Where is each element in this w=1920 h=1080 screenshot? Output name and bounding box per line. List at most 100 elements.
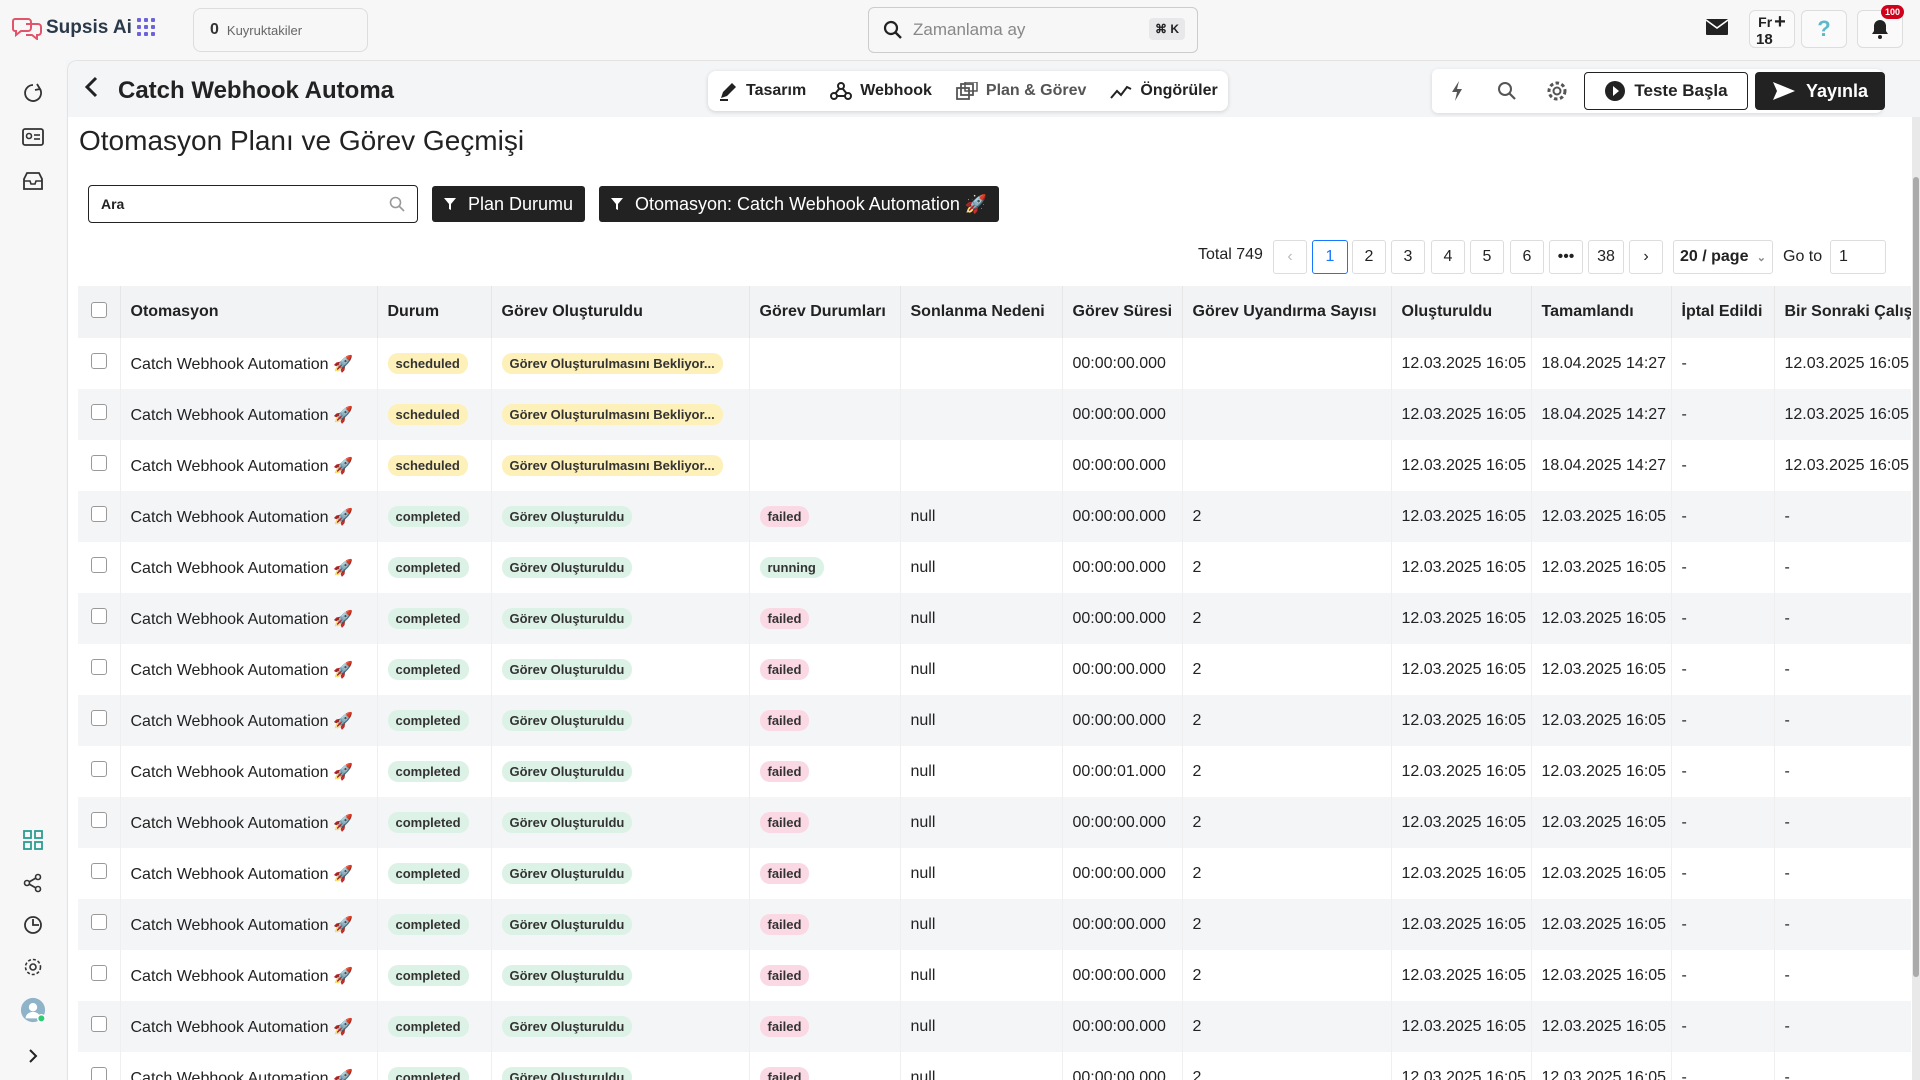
search-icon[interactable]	[1482, 81, 1532, 101]
gear-icon[interactable]	[1532, 80, 1582, 102]
table-row[interactable]: Catch Webhook Automation 🚀 completed Görev…	[78, 1001, 1911, 1052]
goto-page-input[interactable]: 1	[1830, 240, 1886, 274]
page-4[interactable]: 4	[1431, 240, 1465, 274]
publish-button[interactable]: Yayınla	[1755, 72, 1885, 110]
start-test-button[interactable]: Teste Başla	[1584, 72, 1748, 110]
row-checkbox[interactable]	[78, 848, 121, 899]
select-all-checkbox[interactable]	[78, 286, 121, 338]
row-checkbox[interactable]	[78, 950, 121, 1001]
table-row[interactable]: Catch Webhook Automation 🚀 completed Görev…	[78, 644, 1911, 695]
column-header[interactable]: Sonlanma Nedeni	[900, 286, 1063, 338]
table-row[interactable]: Catch Webhook Automation 🚀 completed Görev…	[78, 899, 1911, 950]
page-5[interactable]: 5	[1470, 240, 1504, 274]
help-button[interactable]: ?	[1801, 10, 1847, 48]
chat-refresh-icon[interactable]	[20, 80, 46, 106]
row-checkbox[interactable]	[78, 695, 121, 746]
table-row[interactable]: Catch Webhook Automation 🚀 scheduled Görev…	[78, 389, 1911, 440]
table-row[interactable]: Catch Webhook Automation 🚀 completed Görev…	[78, 848, 1911, 899]
column-header[interactable]: Durum	[377, 286, 492, 338]
column-header[interactable]: Görev Durumları	[749, 286, 901, 338]
search-icon	[883, 20, 902, 39]
tab-design[interactable]: Tasarım	[718, 81, 806, 101]
global-search-input[interactable]: Zamanlama ay ⌘ K	[868, 7, 1198, 53]
table-cell: Catch Webhook Automation 🚀	[120, 797, 378, 848]
table-row[interactable]: Catch Webhook Automation 🚀 scheduled Görev…	[78, 440, 1911, 491]
user-avatar[interactable]	[20, 997, 46, 1023]
row-checkbox[interactable]	[78, 389, 121, 440]
page-3[interactable]: 3	[1391, 240, 1425, 274]
table-cell: 2	[1182, 542, 1392, 593]
status-badge: completed	[387, 557, 469, 578]
table-cell: 18.04.2025 14:27	[1531, 338, 1672, 389]
table-cell: Görev Oluşturuldu	[491, 797, 750, 848]
lightning-icon[interactable]	[1432, 80, 1482, 102]
next-page-button[interactable]: ›	[1629, 240, 1663, 274]
back-arrow-icon[interactable]	[84, 75, 100, 106]
inbox-icon[interactable]	[20, 168, 46, 194]
play-circle-icon	[1605, 81, 1626, 101]
clock-chart-icon[interactable]	[20, 912, 46, 938]
filter-plan-status[interactable]: Plan Durumu	[432, 186, 586, 222]
page-38[interactable]: 38	[1588, 240, 1624, 274]
table-cell: null	[900, 593, 1063, 644]
expand-sidebar-icon[interactable]	[20, 1043, 46, 1069]
column-header[interactable]: Bir Sonraki Çalışma	[1774, 286, 1911, 338]
column-header[interactable]: Otomasyon	[120, 286, 378, 338]
table-cell	[1182, 389, 1392, 440]
row-checkbox[interactable]	[78, 491, 121, 542]
table-cell: 2	[1182, 1052, 1392, 1080]
table-cell: -	[1774, 644, 1911, 695]
row-checkbox[interactable]	[78, 644, 121, 695]
share-icon[interactable]	[20, 870, 46, 896]
column-header[interactable]: Görev Süresi	[1062, 286, 1183, 338]
table-row[interactable]: Catch Webhook Automation 🚀 completed Görev…	[78, 491, 1911, 542]
column-header[interactable]: Tamamlandı	[1531, 286, 1672, 338]
row-checkbox[interactable]	[78, 593, 121, 644]
row-checkbox[interactable]	[78, 899, 121, 950]
column-header[interactable]: Oluşturuldu	[1391, 286, 1532, 338]
page-ellipsis[interactable]: •••	[1549, 240, 1583, 274]
row-checkbox[interactable]	[78, 797, 121, 848]
row-checkbox[interactable]	[78, 746, 121, 797]
page-2[interactable]: 2	[1352, 240, 1386, 274]
row-checkbox[interactable]	[78, 338, 121, 389]
start-test-label: Teste Başla	[1634, 81, 1728, 100]
table-cell: 12.03.2025 16:05	[1391, 746, 1532, 797]
table-row[interactable]: Catch Webhook Automation 🚀 completed Görev…	[78, 593, 1911, 644]
tab-plan-task[interactable]: Plan & Görev	[955, 82, 1086, 100]
tab-webhook[interactable]: Webhook	[830, 81, 932, 101]
column-header[interactable]: İptal Edildi	[1671, 286, 1775, 338]
table-search-input[interactable]: Ara	[88, 185, 418, 223]
tab-insights[interactable]: Öngörüler	[1110, 82, 1218, 100]
calendar-add-button[interactable]: Fr + 18	[1749, 10, 1795, 48]
dashboard-grid-icon[interactable]	[20, 827, 46, 853]
page-size-select[interactable]: 20 / page ⌄	[1673, 240, 1773, 274]
table-cell: 12.03.2025 16:05	[1774, 389, 1911, 440]
apps-grid-icon[interactable]	[137, 18, 155, 36]
row-checkbox[interactable]	[78, 1001, 121, 1052]
row-checkbox[interactable]	[78, 1052, 121, 1080]
mail-icon[interactable]	[1705, 18, 1729, 36]
queue-counter[interactable]: 0 Kuyruktakiler	[193, 8, 368, 52]
row-checkbox[interactable]	[78, 440, 121, 491]
table-row[interactable]: Catch Webhook Automation 🚀 scheduled Görev…	[78, 338, 1911, 389]
page-6[interactable]: 6	[1510, 240, 1544, 274]
app-logo[interactable]: Supsis Ai	[12, 16, 132, 40]
column-header[interactable]: Görev Oluşturuldu	[491, 286, 750, 338]
page-1[interactable]: 1	[1312, 240, 1348, 274]
notifications-button[interactable]: 100	[1857, 5, 1904, 48]
row-checkbox[interactable]	[78, 542, 121, 593]
table-cell: scheduled	[377, 338, 492, 389]
table-row[interactable]: Catch Webhook Automation 🚀 completed Görev…	[78, 797, 1911, 848]
table-row[interactable]: Catch Webhook Automation 🚀 completed Görev…	[78, 542, 1911, 593]
table-row[interactable]: Catch Webhook Automation 🚀 completed Görev…	[78, 1052, 1911, 1080]
table-row[interactable]: Catch Webhook Automation 🚀 completed Görev…	[78, 950, 1911, 1001]
settings-gear-icon[interactable]	[20, 954, 46, 980]
column-header[interactable]: Görev Uyandırma Sayısı	[1182, 286, 1392, 338]
plan-icon	[955, 82, 978, 100]
table-row[interactable]: Catch Webhook Automation 🚀 completed Görev…	[78, 746, 1911, 797]
contact-card-icon[interactable]	[20, 124, 46, 150]
filter-automation[interactable]: Otomasyon: Catch Webhook Automation 🚀	[599, 186, 1000, 222]
table-row[interactable]: Catch Webhook Automation 🚀 completed Görev…	[78, 695, 1911, 746]
prev-page-button[interactable]: ‹	[1273, 240, 1307, 274]
